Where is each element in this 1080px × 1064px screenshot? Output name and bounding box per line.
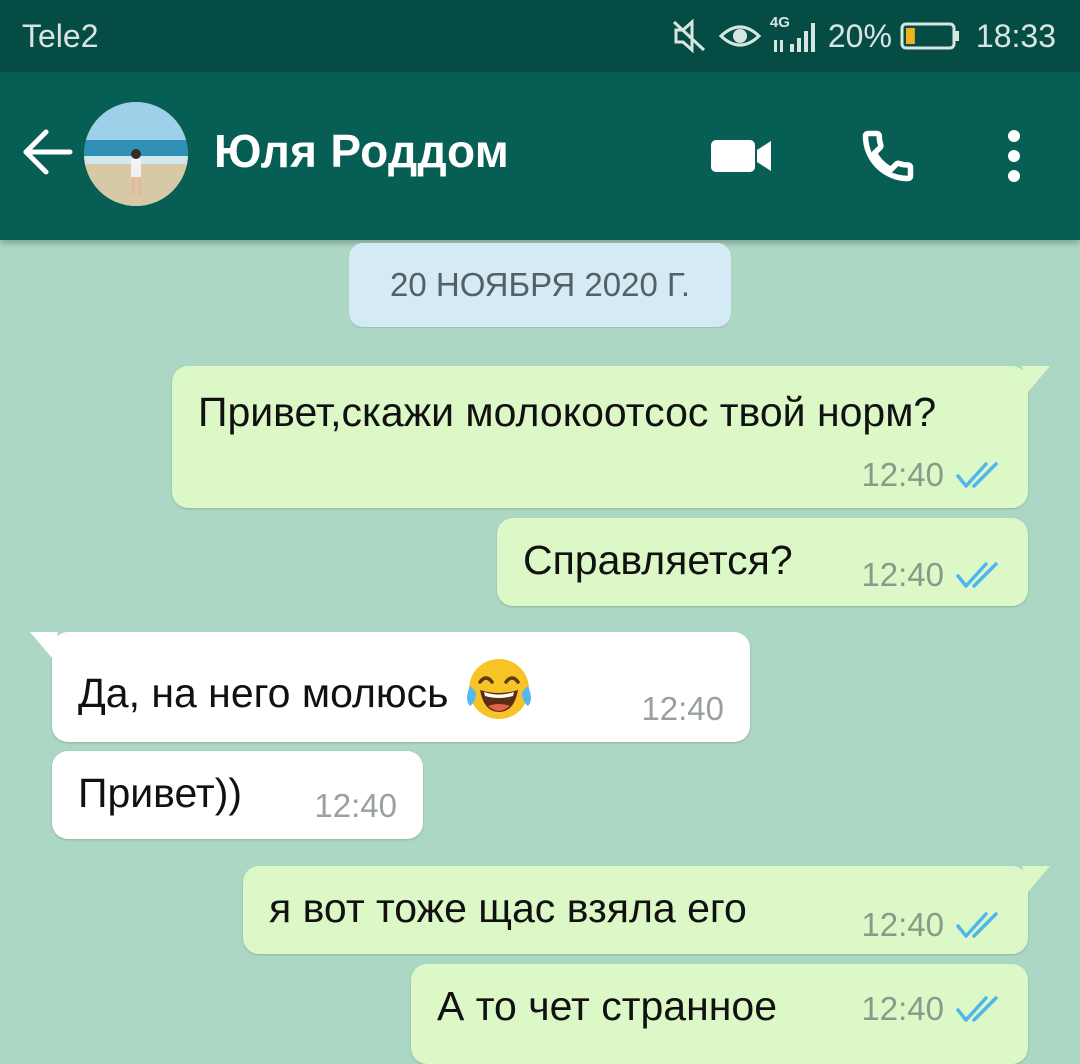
message-meta: 12:40 [641, 690, 724, 728]
message-time: 12:40 [641, 690, 724, 727]
signal-icon: 4G [770, 14, 822, 54]
back-button[interactable] [20, 124, 76, 180]
clock: 18:33 [975, 17, 1056, 54]
message-outgoing[interactable]: Привет,скажи молокоотсос твой норм? 12:4… [172, 366, 1050, 508]
bubble-tail [1022, 866, 1050, 892]
more-options-button[interactable] [978, 120, 1050, 192]
message-text: Справляется? [523, 537, 793, 583]
bubble-tail [30, 632, 58, 658]
message-incoming[interactable]: Привет)) 12:40 [52, 751, 423, 839]
carrier-label: Tele2 [22, 18, 99, 54]
message-text: Привет,скажи молокоотсос твой норм? [198, 389, 937, 435]
message-time: 12:40 [861, 556, 944, 593]
message-meta: 12:40 [861, 906, 1002, 944]
message-meta: 12:40 [861, 990, 1002, 1028]
message-outgoing[interactable]: Справляется? 12:40 [497, 518, 1028, 606]
message-outgoing[interactable]: А то чет странное 12:40 [411, 964, 1028, 1064]
status-bar: Tele2 4G 20% 18:33 [0, 0, 1080, 72]
message-meta: 12:40 [861, 456, 1002, 494]
video-call-icon [711, 140, 771, 172]
contact-name[interactable]: Юля Роддом [214, 124, 509, 178]
message-text: А то чет странное [437, 983, 777, 1029]
more-vert-icon [1008, 130, 1020, 182]
phone-icon [862, 130, 914, 182]
message-text: Да, на него молюсь [78, 656, 534, 736]
message-time: 12:40 [861, 456, 944, 493]
status-icons: 4G 20% 18:33 [662, 14, 1056, 58]
avatar-photo [84, 102, 188, 206]
voice-call-button[interactable] [852, 120, 924, 192]
double-check-icon [956, 912, 998, 938]
message-time: 12:40 [314, 787, 397, 824]
back-arrow-icon [23, 129, 73, 175]
message-text: Привет)) [78, 770, 243, 816]
chat-header: Юля Роддом [0, 72, 1080, 240]
message-meta: 12:40 [314, 787, 397, 825]
eye-icon [718, 25, 762, 47]
message-meta: 12:40 [861, 556, 1002, 594]
message-incoming[interactable]: Да, на него молюсь 12:40 [30, 632, 750, 742]
battery-icon [900, 22, 959, 50]
message-body: Да, на него молюсь [78, 669, 449, 716]
bubble-tail [1022, 366, 1050, 392]
double-check-icon [956, 996, 998, 1022]
date-divider: 20 НОЯБРЯ 2020 Г. [349, 243, 731, 327]
message-outgoing[interactable]: я вот тоже щас взяла его 12:40 [243, 866, 1050, 954]
video-call-button[interactable] [706, 120, 778, 192]
laughing-emoji-icon [464, 656, 534, 736]
message-time: 12:40 [861, 990, 944, 1027]
double-check-icon [956, 462, 998, 488]
mute-icon [672, 18, 705, 54]
battery-percent: 20% [827, 17, 892, 54]
contact-avatar[interactable] [84, 102, 188, 206]
message-text: я вот тоже щас взяла его [269, 885, 747, 931]
double-check-icon [956, 562, 998, 588]
message-time: 12:40 [861, 906, 944, 943]
